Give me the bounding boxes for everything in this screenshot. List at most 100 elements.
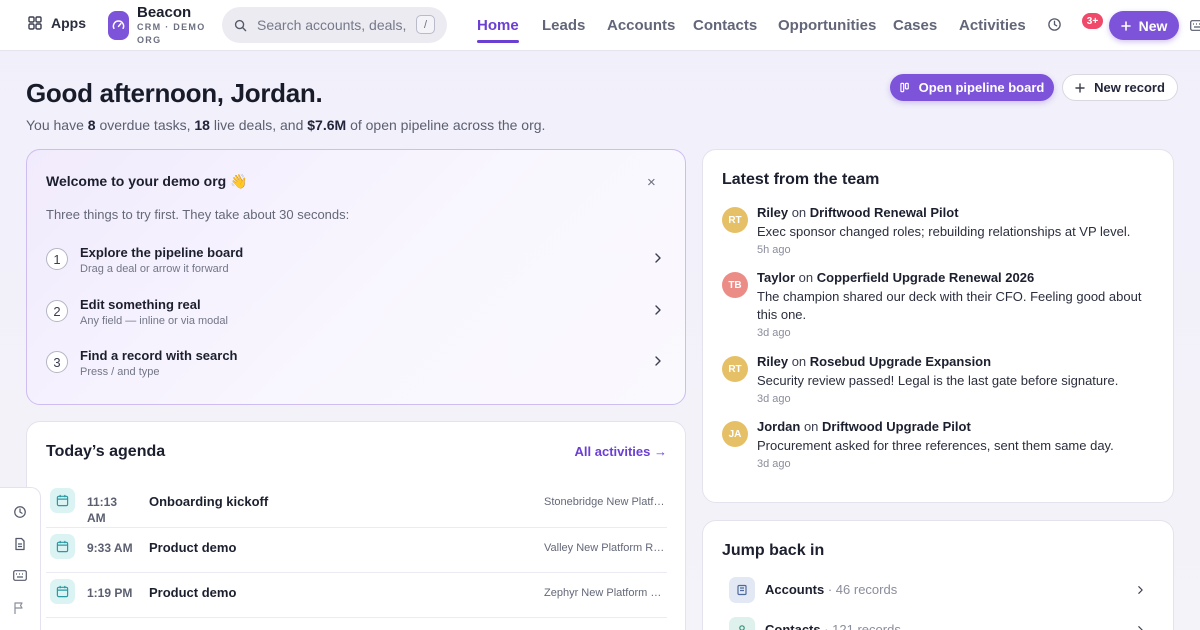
- post-header: Jordan on Driftwood Upgrade Pilot: [757, 419, 971, 434]
- step-number: 2: [46, 300, 68, 322]
- post-body: Security review passed! Legal is the las…: [757, 373, 1119, 388]
- brand-logo[interactable]: [108, 11, 129, 40]
- jump-item-accounts[interactable]: Accounts · 46 records: [729, 577, 1149, 603]
- apps-label: Apps: [51, 15, 86, 31]
- step-number: 1: [46, 248, 68, 270]
- keyboard-icon[interactable]: [1190, 20, 1200, 31]
- onboarding-step[interactable]: 3 Find a record with search Press / and …: [46, 348, 666, 391]
- agenda-activity-name: Product demo: [149, 585, 237, 600]
- nav-opportunities[interactable]: Opportunities: [778, 0, 876, 51]
- post-time: 3d ago: [757, 393, 791, 405]
- team-feed-title: Latest from the team: [722, 171, 880, 188]
- clock-icon[interactable]: [13, 505, 27, 519]
- flag-icon[interactable]: [13, 601, 25, 615]
- avatar: TB: [722, 272, 748, 298]
- agenda-time: 9:33 AM: [87, 541, 133, 555]
- onboarding-step[interactable]: 2 Edit something real Any field — inline…: [46, 297, 666, 340]
- post-connector: on: [788, 205, 810, 220]
- agenda-deal[interactable]: Stonebridge New Platform: [544, 496, 666, 508]
- chevron-right-icon: [1137, 625, 1144, 630]
- summary-text: live deals, and: [209, 117, 308, 133]
- page-greeting: Good afternoon, Jordan.: [26, 78, 323, 108]
- document-icon[interactable]: [13, 537, 27, 551]
- agenda-deal[interactable]: Valley New Platform Rollout: [544, 542, 666, 554]
- notification-badge[interactable]: 3+: [1082, 13, 1103, 29]
- post-author: Riley: [757, 205, 789, 220]
- post-header: Taylor on Copperfield Upgrade Renewal 20…: [757, 270, 1034, 285]
- apps-launcher[interactable]: Apps: [28, 15, 86, 31]
- post-author: Taylor: [757, 270, 796, 285]
- nav-cases[interactable]: Cases: [893, 0, 937, 51]
- post-connector: on: [788, 354, 810, 369]
- brand-subtitle: CRM · DEMO ORG: [137, 22, 206, 45]
- plus-icon: [1120, 20, 1131, 31]
- search-input[interactable]: Search accounts, deals, ...: [257, 17, 407, 33]
- agenda-deal[interactable]: Zephyr New Platform Pilot: [544, 587, 666, 599]
- nav-accounts[interactable]: Accounts: [607, 0, 675, 51]
- new-button-label: New: [1138, 17, 1168, 34]
- step-description: Drag a deal or arrow it forward: [80, 263, 229, 275]
- chevron-right-icon: [654, 304, 662, 316]
- nav-home[interactable]: Home: [477, 0, 519, 51]
- nav-activities[interactable]: Activities: [959, 0, 1026, 51]
- step-title: Find a record with search: [80, 348, 238, 363]
- onboarding-step[interactable]: 1 Explore the pipeline board Drag a deal…: [46, 245, 666, 288]
- avatar: RT: [722, 207, 748, 233]
- calendar-icon: [50, 488, 75, 513]
- board-icon: [899, 82, 911, 93]
- person-icon: [729, 617, 755, 630]
- post-deal-link[interactable]: Rosebud Upgrade Expansion: [810, 354, 991, 369]
- jump-item-label: Accounts · 46 records: [765, 582, 897, 597]
- post-time: 3d ago: [757, 327, 791, 339]
- team-feed-card: Latest from the team RT Riley on Driftwo…: [702, 149, 1174, 503]
- agenda-item[interactable]: 9:33 AM Product demo Valley New Platform…: [46, 528, 667, 573]
- jump-item-contacts[interactable]: Contacts · 121 records: [729, 617, 1149, 630]
- new-record-button[interactable]: New record: [1062, 74, 1178, 101]
- open-pipeline-amount: $7.6M: [307, 117, 347, 133]
- new-button[interactable]: New: [1109, 11, 1179, 40]
- calendar-icon: [50, 579, 75, 604]
- summary-text: of open pipeline across the org.: [346, 117, 546, 133]
- agenda-item[interactable]: 11:13 AM Onboarding kickoff Stonebridge …: [46, 482, 667, 528]
- step-number: 3: [46, 351, 68, 373]
- nav-contacts[interactable]: Contacts: [693, 0, 757, 51]
- keyboard-icon[interactable]: [13, 570, 27, 581]
- nav-leads[interactable]: Leads: [542, 0, 585, 51]
- jump-item-count: · 121 records: [820, 622, 901, 630]
- plus-icon: [1075, 82, 1085, 93]
- quick-action-rail: [0, 487, 41, 630]
- jump-item-name: Accounts: [765, 582, 825, 597]
- building-icon: [729, 577, 755, 603]
- overdue-task-count: 8: [87, 117, 96, 133]
- post-deal-link[interactable]: Copperfield Upgrade Renewal 2026: [817, 270, 1034, 285]
- welcome-subtitle: Three things to try first. They take abo…: [46, 207, 350, 222]
- agenda-activity-name: Product demo: [149, 540, 237, 555]
- new-record-label: New record: [1094, 80, 1165, 95]
- post-deal-link[interactable]: Driftwood Upgrade Pilot: [822, 419, 971, 434]
- agenda-time: 11:13 AM: [87, 495, 118, 525]
- post-connector: on: [795, 270, 817, 285]
- close-icon[interactable]: ×: [647, 175, 656, 190]
- summary-text: You have: [26, 117, 88, 133]
- post-header: Riley on Driftwood Renewal Pilot: [757, 205, 959, 220]
- agenda-item[interactable]: 1:19 PM Product demo Zephyr New Platform…: [46, 573, 667, 618]
- all-activities-link[interactable]: All activities →: [575, 444, 667, 459]
- post-deal-link[interactable]: Driftwood Renewal Pilot: [810, 205, 959, 220]
- open-pipeline-board-button[interactable]: Open pipeline board: [890, 74, 1054, 101]
- step-description: Any field — inline or via modal: [80, 315, 228, 327]
- welcome-title: Welcome to your demo org 👋: [46, 173, 248, 189]
- search-shortcut-key: /: [416, 15, 435, 34]
- brand-name: Beacon: [137, 4, 192, 21]
- welcome-card: Welcome to your demo org 👋 × Three thing…: [26, 149, 686, 405]
- top-bar: Apps Beacon CRM · DEMO ORG Search accoun…: [0, 0, 1200, 51]
- step-description: Press / and type: [80, 366, 160, 378]
- global-search[interactable]: Search accounts, deals, ... /: [222, 7, 447, 43]
- step-title: Explore the pipeline board: [80, 245, 244, 260]
- agenda-title: Today’s agenda: [46, 443, 166, 460]
- chevron-right-icon: [654, 252, 662, 264]
- search-icon: [234, 19, 247, 32]
- summary-text: overdue tasks,: [95, 117, 195, 133]
- clock-icon[interactable]: [1047, 17, 1062, 32]
- agenda-activity-name: Onboarding kickoff: [149, 494, 269, 509]
- post-author: Riley: [757, 354, 789, 369]
